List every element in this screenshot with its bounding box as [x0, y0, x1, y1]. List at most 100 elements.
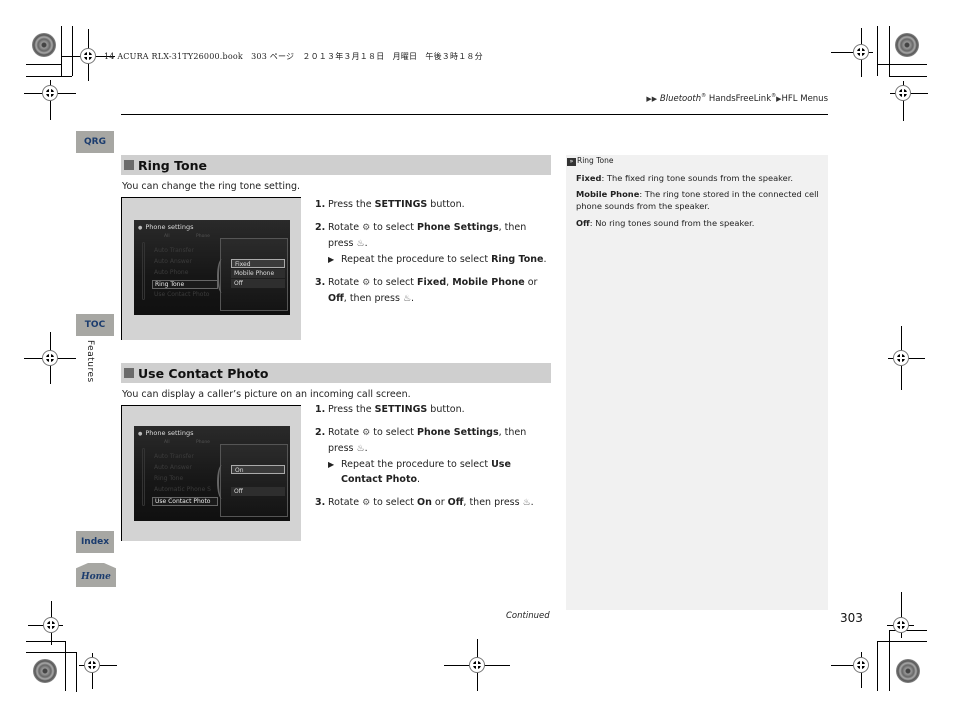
step-bold: Ring Tone	[491, 254, 544, 265]
definition: : No ring tones sound from the speaker.	[589, 218, 755, 228]
screen-tab: All	[164, 440, 170, 445]
screen-menu-item: Ring Tone	[154, 475, 184, 482]
section-title: Ring Tone	[138, 157, 207, 173]
printer-info-line: 14 ACURA RLX-31TY26000.book 303 ページ ２０１３…	[104, 52, 483, 61]
option-on: On	[231, 465, 285, 474]
step-number: 1.	[315, 199, 326, 210]
screen-tab: Phone	[196, 234, 210, 239]
options-popup: On Off	[217, 444, 288, 517]
header-rule	[121, 114, 828, 115]
step-text: to select	[370, 497, 418, 508]
registration-disc-icon	[895, 33, 919, 57]
crop-mark	[877, 64, 927, 65]
interface-dial-icon: ⚙	[362, 278, 371, 288]
display-screen: Phone settings All Phone Auto Transfer A…	[134, 426, 290, 521]
options-popup: Fixed Mobile Phone Off	[217, 238, 288, 311]
crop-mark	[877, 26, 878, 76]
step-text: Repeat the procedure to select	[341, 254, 492, 265]
screenshot-ring-tone: Phone settings All Phone Auto Transfer A…	[121, 197, 301, 340]
screen-menu-item: Auto Answer	[154, 258, 192, 265]
toc-tab[interactable]: TOC	[76, 314, 114, 336]
step-text: to select	[370, 427, 418, 438]
sub-step: ▶ Repeat the procedure to select Use Cont…	[328, 457, 553, 487]
interface-dial-icon: ⚙	[362, 223, 371, 233]
screen-menu-item: Auto Transfer	[154, 247, 194, 254]
screen-title: Phone settings	[138, 223, 193, 231]
option-off: Off	[231, 279, 285, 288]
qrg-tab[interactable]: QRG	[76, 131, 114, 153]
breadcrumb-bluetooth[interactable]: Bluetooth	[660, 94, 701, 104]
step: 3. Rotate ⚙ to select On or Off, then pre…	[315, 495, 553, 511]
step-text: , then press	[463, 497, 523, 508]
step-text: to select	[370, 222, 418, 233]
step-text: , then press	[343, 293, 403, 304]
cross-reference-icon: »	[567, 158, 576, 166]
crop-mark	[65, 641, 66, 691]
screen-tab: Phone	[196, 440, 210, 445]
section-title: Use Contact Photo	[138, 365, 269, 381]
step-bold: Off	[328, 293, 344, 304]
step-text: Repeat the procedure to select	[341, 459, 492, 470]
chapter-label: Features	[85, 340, 95, 383]
step-text: button.	[427, 404, 465, 415]
steps-ring-tone: 1. Press the SETTINGS button. 2. Rotate ⚙ …	[315, 197, 553, 315]
registration-disc-icon	[33, 659, 57, 683]
home-tab[interactable]: Home	[76, 563, 116, 587]
section-heading-use-contact-photo: Use Contact Photo	[121, 363, 551, 383]
settings-button-label: SETTINGS	[374, 404, 428, 415]
step-text: or	[431, 497, 448, 508]
popup-arc	[217, 259, 227, 293]
sub-step-arrow-icon: ▶	[328, 460, 335, 469]
side-note-heading[interactable]: » Ring Tone	[567, 156, 613, 166]
step: 3. Rotate ⚙ to select Fixed, Mobile Phone…	[315, 275, 553, 307]
step-number: 3.	[315, 497, 326, 508]
screen-menu-item: Auto Transfer	[154, 453, 194, 460]
step-bold: Phone Settings	[417, 222, 499, 233]
steps-use-contact-photo: 1. Press the SETTINGS button. 2. Rotate ⚙ …	[315, 402, 553, 519]
scroll-rail	[142, 448, 145, 506]
step-number: 3.	[315, 277, 326, 288]
registration-disc-icon	[32, 33, 56, 57]
step-number: 2.	[315, 222, 326, 233]
step-bold: Mobile Phone	[452, 277, 525, 288]
side-note-item: Off: No ring tones sound from the speake…	[576, 217, 824, 229]
crop-mark	[61, 26, 62, 76]
step-text: .	[411, 293, 415, 304]
press-dial-icon: ♨	[522, 498, 531, 508]
breadcrumb-hfl-menus[interactable]: HFL Menus	[782, 94, 828, 104]
step-text: button.	[427, 199, 465, 210]
screen-menu-item-selected: Use Contact Photo	[152, 497, 218, 506]
option-mobile-phone: Mobile Phone	[231, 269, 285, 278]
press-dial-icon: ♨	[402, 294, 412, 304]
continued-label: Continued	[506, 611, 550, 621]
side-note-title: Ring Tone	[577, 156, 614, 165]
index-tab[interactable]: Index	[76, 531, 114, 553]
screen-menu-item: Use Contact Photo	[154, 291, 210, 298]
screen-title: Phone settings	[138, 429, 193, 437]
step-text: .	[530, 497, 534, 508]
step-text: or	[524, 277, 538, 288]
step-text: Rotate	[328, 497, 363, 508]
term: Off	[576, 218, 590, 228]
screen-menu-item-selected: Ring Tone	[152, 280, 218, 289]
step-bold: Phone Settings	[417, 427, 499, 438]
breadcrumb-handsfreelink[interactable]: HandsFreeLink	[706, 94, 771, 104]
crop-mark	[26, 652, 77, 653]
side-note-item: Mobile Phone: The ring tone stored in th…	[576, 188, 824, 212]
step-text: .	[417, 474, 421, 485]
step: 2. Rotate ⚙ to select Phone Settings, the…	[315, 425, 553, 487]
step: 2. Rotate ⚙ to select Phone Settings, the…	[315, 220, 553, 267]
registration-disc-icon	[896, 659, 920, 683]
step-text: Rotate	[328, 277, 363, 288]
interface-dial-icon: ⚙	[362, 498, 371, 508]
scroll-rail	[142, 242, 145, 300]
crop-mark	[26, 64, 62, 65]
screen-menu-item: Auto Answer	[154, 464, 192, 471]
interface-dial-icon: ⚙	[362, 428, 371, 438]
step-number: 2.	[315, 427, 326, 438]
step-text: to select	[370, 277, 418, 288]
popup-arc	[217, 465, 227, 499]
page-number: 303	[840, 611, 863, 625]
term: Mobile Phone	[576, 189, 640, 199]
sub-step: ▶ Repeat the procedure to select Ring Ton…	[328, 252, 553, 267]
